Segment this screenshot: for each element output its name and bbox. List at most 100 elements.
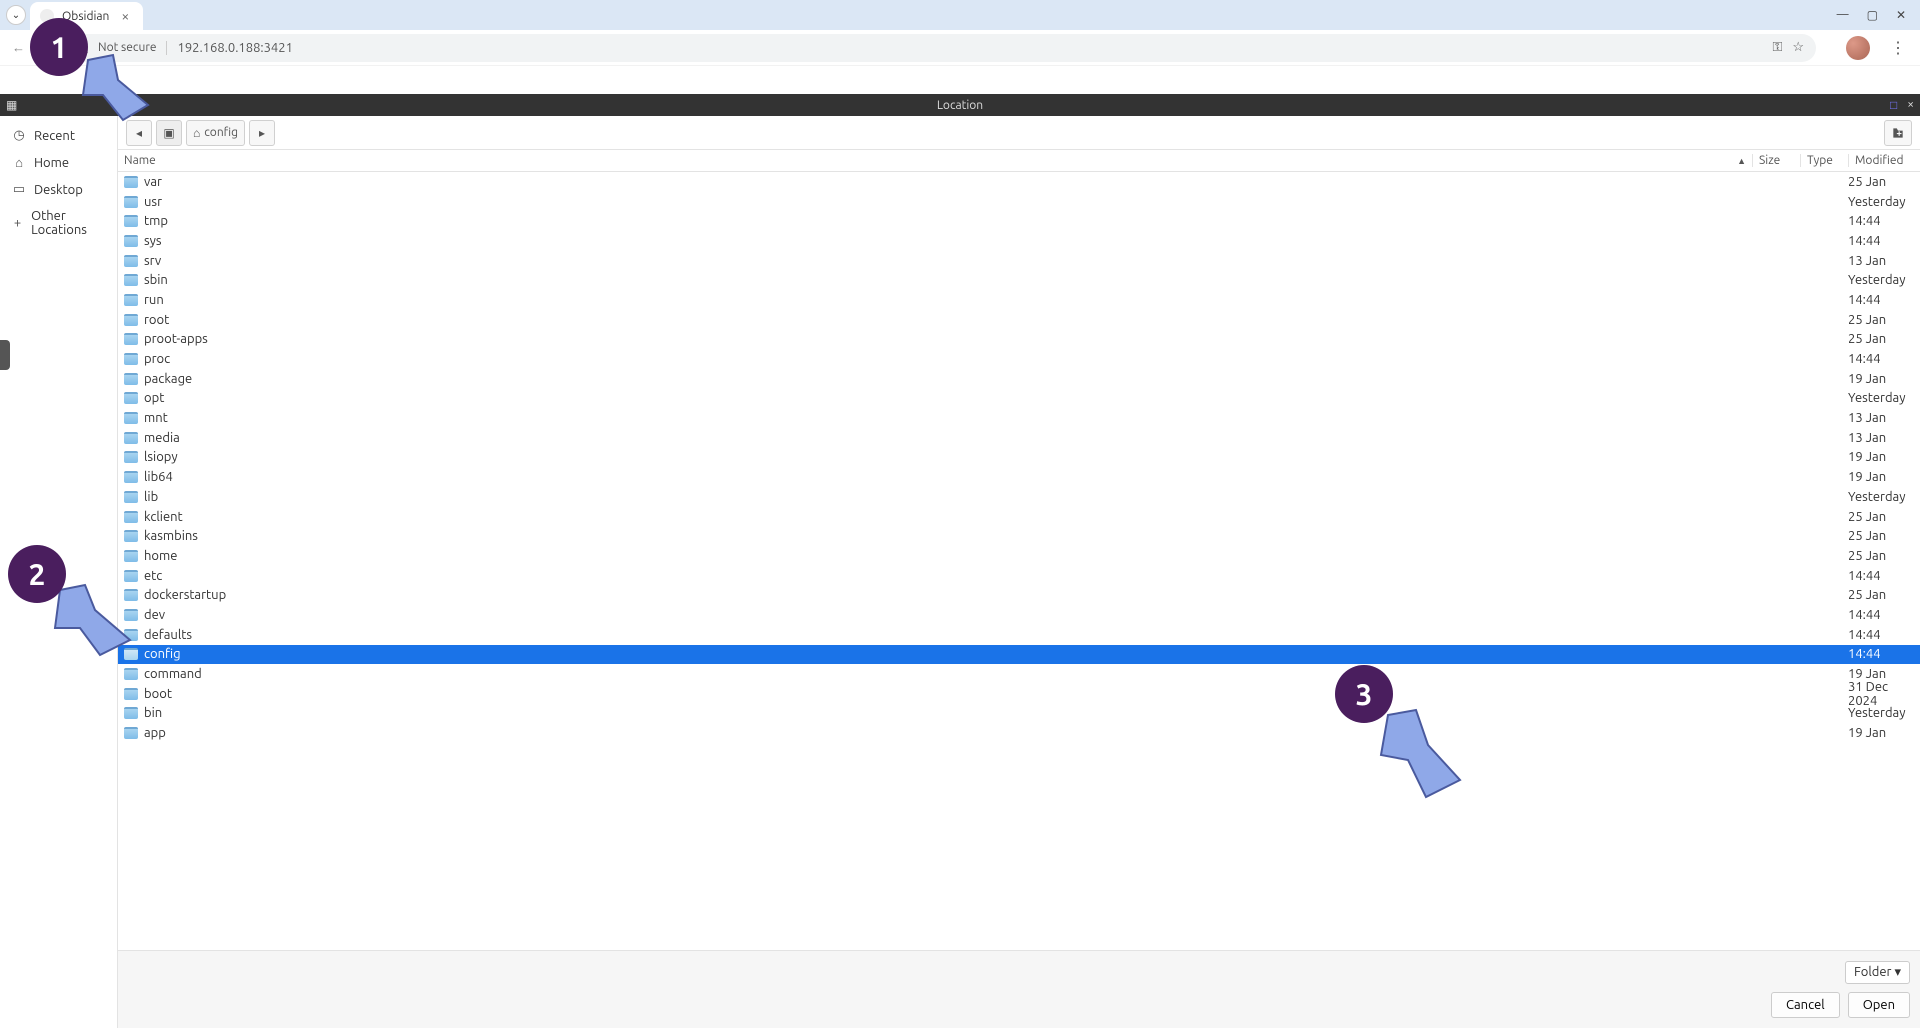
folder-icon: [124, 333, 138, 345]
file-name: dockerstartup: [144, 588, 226, 602]
column-name[interactable]: Name ▲: [118, 154, 1752, 167]
file-row-package[interactable]: package 19 Jan: [118, 369, 1920, 389]
content-gap: [0, 66, 1920, 94]
file-row-sys[interactable]: sys14:44: [118, 231, 1920, 251]
cancel-button[interactable]: Cancel: [1771, 992, 1840, 1018]
new-folder-icon: [1891, 126, 1905, 140]
titlebar-close-icon[interactable]: ×: [1907, 98, 1914, 112]
sidebar-item-desktop[interactable]: ▭Desktop: [0, 176, 117, 203]
recent-icon: ◷: [12, 128, 26, 143]
file-name: package: [144, 372, 192, 386]
open-button[interactable]: Open: [1848, 992, 1910, 1018]
titlebar-maximize-icon[interactable]: □: [1890, 98, 1897, 112]
file-dialog-main: ◂ ▣ ⌂ config ▸ Name ▲ Size Type Modified…: [118, 116, 1920, 1028]
column-modified[interactable]: Modified: [1848, 154, 1920, 167]
dialog-title: Location: [937, 99, 983, 112]
file-row-usr[interactable]: usrYesterday: [118, 192, 1920, 212]
new-folder-button[interactable]: [1884, 120, 1912, 146]
file-row-proc[interactable]: proc14:44: [118, 349, 1920, 369]
folder-icon: [124, 196, 138, 208]
file-row-sbin[interactable]: sbinYesterday: [118, 270, 1920, 290]
file-modified: Yesterday: [1848, 490, 1920, 504]
file-name: lsiopy: [144, 450, 178, 464]
file-row-app[interactable]: app19 Jan: [118, 723, 1920, 743]
file-row-run[interactable]: run14:44: [118, 290, 1920, 310]
folder-icon: [124, 215, 138, 227]
dialog-titlebar: ▦ Location □ ×: [0, 94, 1920, 116]
file-row-boot[interactable]: boot31 Dec 2024: [118, 684, 1920, 704]
file-name: boot: [144, 687, 172, 701]
kebab-menu-icon[interactable]: ⋮: [1884, 38, 1912, 57]
file-row-root[interactable]: root25 Jan: [118, 310, 1920, 330]
column-type[interactable]: Type: [1800, 154, 1848, 167]
file-modified: 14:44: [1848, 234, 1920, 248]
file-type-label: Folder: [1854, 965, 1892, 979]
sidebar-item-label: Recent: [34, 129, 75, 143]
close-tab-icon[interactable]: ×: [117, 8, 133, 24]
file-name: usr: [144, 195, 162, 209]
profile-avatar[interactable]: [1846, 36, 1870, 60]
file-row-etc[interactable]: etc14:44: [118, 566, 1920, 586]
address-bar[interactable]: △ Not secure 192.168.0.188:3421 ⚿ ☆: [66, 34, 1816, 62]
file-row-command[interactable]: command19 Jan: [118, 664, 1920, 684]
file-row-dockerstartup[interactable]: dockerstartup25 Jan: [118, 585, 1920, 605]
file-row-lib64[interactable]: lib6419 Jan: [118, 467, 1920, 487]
file-name: sbin: [144, 273, 168, 287]
back-button[interactable]: ←: [8, 36, 29, 59]
file-type-combo[interactable]: Folder ▾: [1845, 961, 1910, 984]
file-row-home[interactable]: home25 Jan: [118, 546, 1920, 566]
file-name: mnt: [144, 411, 168, 425]
annotation-2-arrow: [50, 580, 140, 670]
path-root-icon[interactable]: ▣: [156, 120, 182, 146]
file-modified: 19 Jan: [1848, 450, 1920, 464]
star-bookmark-icon[interactable]: ☆: [1792, 40, 1804, 55]
file-modified: 19 Jan: [1848, 372, 1920, 386]
file-row-media[interactable]: media 13 Jan: [118, 428, 1920, 448]
file-name: proot-apps: [144, 332, 208, 346]
maximize-button[interactable]: ▢: [1867, 8, 1878, 22]
file-row-kasmbins[interactable]: kasmbins25 Jan: [118, 526, 1920, 546]
file-row-srv[interactable]: srv13 Jan: [118, 251, 1920, 271]
breadcrumb-config[interactable]: ⌂ config: [186, 120, 245, 146]
folder-icon: [124, 412, 138, 424]
folder-icon: [124, 392, 138, 404]
folder-icon: [124, 235, 138, 247]
column-size[interactable]: Size: [1752, 154, 1800, 167]
file-row-kclient[interactable]: kclient25 Jan: [118, 507, 1920, 527]
sidebar-item-other-locations[interactable]: +Other Locations: [0, 203, 117, 243]
password-key-icon[interactable]: ⚿: [1772, 40, 1782, 55]
file-modified: 14:44: [1848, 647, 1920, 661]
folder-icon: [124, 373, 138, 385]
file-modified: Yesterday: [1848, 391, 1920, 405]
file-row-dev[interactable]: dev14:44: [118, 605, 1920, 625]
close-window-button[interactable]: ✕: [1896, 8, 1906, 22]
folder-icon: [124, 274, 138, 286]
folder-icon: [124, 550, 138, 562]
file-row-opt[interactable]: optYesterday: [118, 389, 1920, 409]
file-name: media: [144, 431, 180, 445]
sidebar-item-home[interactable]: ⌂Home: [0, 149, 117, 176]
file-name: etc: [144, 569, 162, 583]
file-row-config[interactable]: config14:44: [118, 645, 1920, 665]
tab-list-dropdown[interactable]: ⌄: [6, 5, 26, 25]
file-modified: 13 Jan: [1848, 431, 1920, 445]
file-row-mnt[interactable]: mnt13 Jan: [118, 408, 1920, 428]
file-name: proc: [144, 352, 170, 366]
minimize-button[interactable]: —: [1837, 8, 1849, 22]
vnc-side-handle[interactable]: [0, 340, 10, 370]
folder-icon: [124, 471, 138, 483]
path-forward-button[interactable]: ▸: [249, 120, 275, 146]
column-name-label: Name: [124, 154, 156, 167]
file-modified: 25 Jan: [1848, 332, 1920, 346]
file-row-tmp[interactable]: tmp14:44: [118, 211, 1920, 231]
file-row-bin[interactable]: binYesterday: [118, 704, 1920, 724]
breadcrumb-label: config: [204, 126, 238, 139]
toolbar-right: ⋮: [1832, 36, 1912, 60]
file-row-proot-apps[interactable]: proot-apps 25 Jan: [118, 330, 1920, 350]
file-list[interactable]: var25 JanusrYesterdaytmp14:44sys14:44srv…: [118, 172, 1920, 950]
file-row-lib[interactable]: libYesterday: [118, 487, 1920, 507]
column-headers[interactable]: Name ▲ Size Type Modified: [118, 150, 1920, 172]
file-row-defaults[interactable]: defaults14:44: [118, 625, 1920, 645]
file-row-var[interactable]: var25 Jan: [118, 172, 1920, 192]
file-row-lsiopy[interactable]: lsiopy 19 Jan: [118, 448, 1920, 468]
